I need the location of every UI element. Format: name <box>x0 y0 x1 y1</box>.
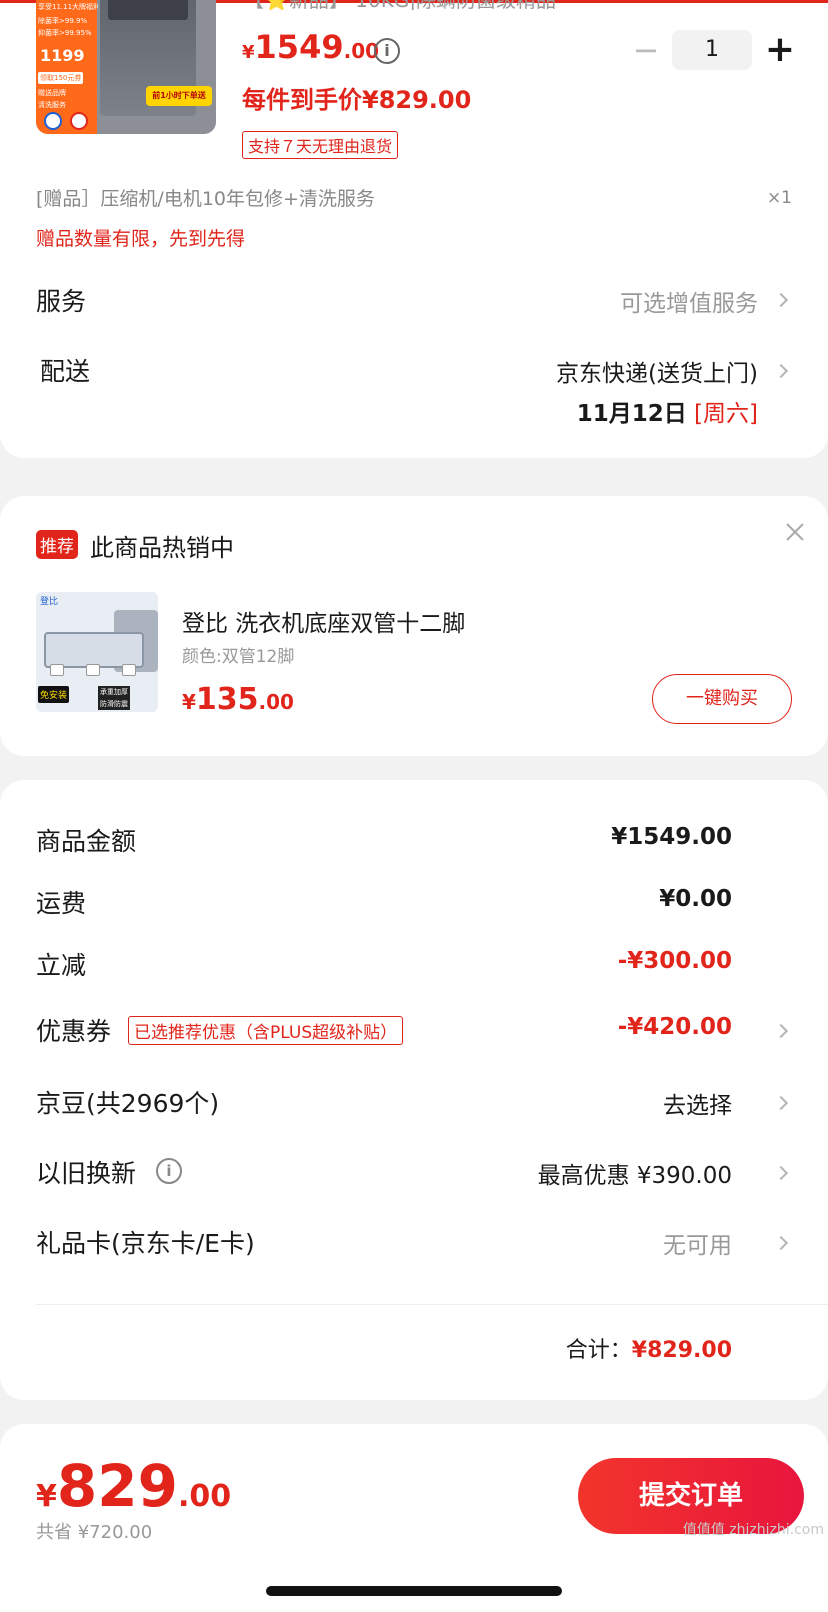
order-summary-card: 商品金额 ¥1549.00 运费 ¥0.00 立减 -¥300.00 优惠券 已… <box>0 780 828 1400</box>
recommend-badge: 推荐 <box>36 530 78 559</box>
thumb-rate1: 除菌率>99.9% <box>38 17 88 25</box>
recommend-spec: 颜色:双管12脚 <box>182 647 295 667</box>
one-click-buy-button[interactable]: 一键购买 <box>652 674 792 724</box>
summary-label-giftcard: 礼品卡(京东卡/E卡) <box>36 1229 255 1258</box>
delivery-carrier[interactable]: 京东快递(送货上门) <box>556 354 758 388</box>
coupon-tag[interactable]: 已选推荐优惠（含PLUS超级补贴） <box>128 1016 404 1045</box>
product-title[interactable]: 【⭐新品】 10KG|除螨防菌级精品 <box>244 0 574 10</box>
watermark: 值值值 zhizhizhi.com <box>682 1522 824 1538</box>
giftcard-chevron-icon[interactable] <box>773 1235 789 1251</box>
thumb-sub1: 承重加厚 <box>98 686 130 698</box>
delivery-chevron-icon[interactable] <box>773 363 789 379</box>
thumb-note2: 清洗服务 <box>38 101 66 109</box>
delivery-label: 配送 <box>40 357 91 386</box>
tradein-info-icon[interactable]: i <box>156 1158 182 1184</box>
delivery-date-row: 11月12日 [周六] <box>577 394 758 428</box>
summary-value-shipping: ¥0.00 <box>659 886 732 912</box>
summary-value-giftcard[interactable]: 无可用 <box>663 1226 732 1260</box>
recommend-name[interactable]: 登比 洗衣机底座双管十二脚 <box>182 604 465 638</box>
delivery-weekday: [周六] <box>694 401 758 427</box>
coupon-chevron-icon[interactable] <box>773 1023 789 1039</box>
gift-count: ×1 <box>766 188 792 208</box>
tradein-chevron-icon[interactable] <box>773 1165 789 1181</box>
footer-saved: 共省 ¥720.00 <box>36 1522 153 1543</box>
summary-label-goods: 商品金额 <box>36 827 137 856</box>
footer-price-symbol: ¥ <box>36 1479 57 1514</box>
jingdou-chevron-icon[interactable] <box>773 1095 789 1111</box>
product-price: ¥1549.00 <box>242 28 379 66</box>
base-foot <box>122 664 136 676</box>
summary-label-discount: 立减 <box>36 951 87 980</box>
qty-input[interactable]: 1 <box>672 30 752 70</box>
thumb-note1: 赠送品牌 <box>38 89 66 97</box>
footer-price: ¥829.00 <box>36 1452 231 1520</box>
summary-value-goods: ¥1549.00 <box>611 824 732 850</box>
price-info-icon[interactable]: i <box>374 38 400 64</box>
summary-value-coupon[interactable]: -¥420.00 <box>618 1014 732 1040</box>
thumb-discount: 领取150元券 <box>38 72 84 84</box>
thumb-rate2: 抑菌率>99.95% <box>38 29 92 37</box>
arrival-price: 每件到手价¥829.00 <box>242 86 472 114</box>
product-thumbnail[interactable]: 前1小时下单送 享受11.11大牌福利 除菌率>99.9% 抑菌率>99.95%… <box>36 0 216 134</box>
recommend-close-icon[interactable] <box>783 520 807 544</box>
recommend-thumbnail[interactable]: 登比 免安装 承重加厚 防滑防震 <box>36 592 158 712</box>
thumb-tag: 免安装 <box>38 686 70 703</box>
qty-minus-button[interactable]: − <box>630 32 662 68</box>
rec-price-symbol: ¥ <box>182 690 196 714</box>
gift-notice: 赠品数量有限，先到先得 <box>36 228 246 250</box>
summary-value-jingdou[interactable]: 去选择 <box>663 1086 732 1120</box>
summary-value-tradein[interactable]: 最高优惠 ¥390.00 <box>538 1156 732 1190</box>
total-row: 合计：¥829.00 <box>566 1332 732 1364</box>
delivery-date: 11月12日 <box>576 401 687 427</box>
service-value[interactable]: 可选增值服务 <box>620 284 758 318</box>
summary-label-tradein: 以旧换新 <box>36 1159 137 1188</box>
recommend-card: 推荐 此商品热销中 登比 免安装 承重加厚 防滑防震 登比 洗衣机底座双管十二脚… <box>0 496 828 756</box>
thumb-badge-shield-icon <box>44 112 62 130</box>
base-foot <box>86 664 100 676</box>
recommend-price: ¥135.00 <box>182 682 294 717</box>
thumb-sub2: 防滑防震 <box>98 698 130 710</box>
washer-lid <box>108 0 188 20</box>
base-frame <box>44 632 144 668</box>
summary-label-jingdou: 京豆(共2969个) <box>36 1089 220 1118</box>
recommend-heading: 此商品热销中 <box>90 534 234 562</box>
thumb-brand: 登比 <box>40 597 59 607</box>
footer-price-int: 829 <box>56 1452 178 1520</box>
thumb-badge-gift-icon <box>70 112 88 130</box>
price-int: 1549 <box>254 28 344 66</box>
thumb-price: 1199 <box>40 46 85 65</box>
summary-divider <box>36 1304 828 1305</box>
thumb-text-top: 享受11.11大牌福利 <box>38 3 98 11</box>
service-label: 服务 <box>36 287 87 316</box>
home-indicator <box>266 1586 562 1596</box>
base-foot <box>50 664 64 676</box>
summary-label-coupon: 优惠券 <box>36 1017 112 1046</box>
summary-value-discount: -¥300.00 <box>617 948 732 974</box>
product-card: 前1小时下单送 享受11.11大牌福利 除菌率>99.9% 抑菌率>99.95%… <box>0 0 828 458</box>
qty-plus-button[interactable]: + <box>762 30 798 70</box>
gift-text: [赠品］压缩机/电机10年包修+清洗服务 <box>36 188 375 210</box>
rec-price-int: 135 <box>195 682 259 717</box>
rec-price-dec: .00 <box>258 690 294 714</box>
service-chevron-icon[interactable] <box>773 292 789 308</box>
thumb-sticker: 前1小时下单送 <box>146 86 212 106</box>
total-value: ¥829.00 <box>631 1338 732 1363</box>
bottom-bar: ¥829.00 共省 ¥720.00 提交订单 值值值 zhizhizhi.co… <box>0 1446 828 1612</box>
price-symbol: ¥ <box>242 42 255 63</box>
return-tag: 支持７天无理由退货 <box>242 131 399 159</box>
total-label: 合计： <box>565 1338 632 1363</box>
summary-label-shipping: 运费 <box>36 889 87 918</box>
footer-price-dec: .00 <box>177 1479 232 1514</box>
